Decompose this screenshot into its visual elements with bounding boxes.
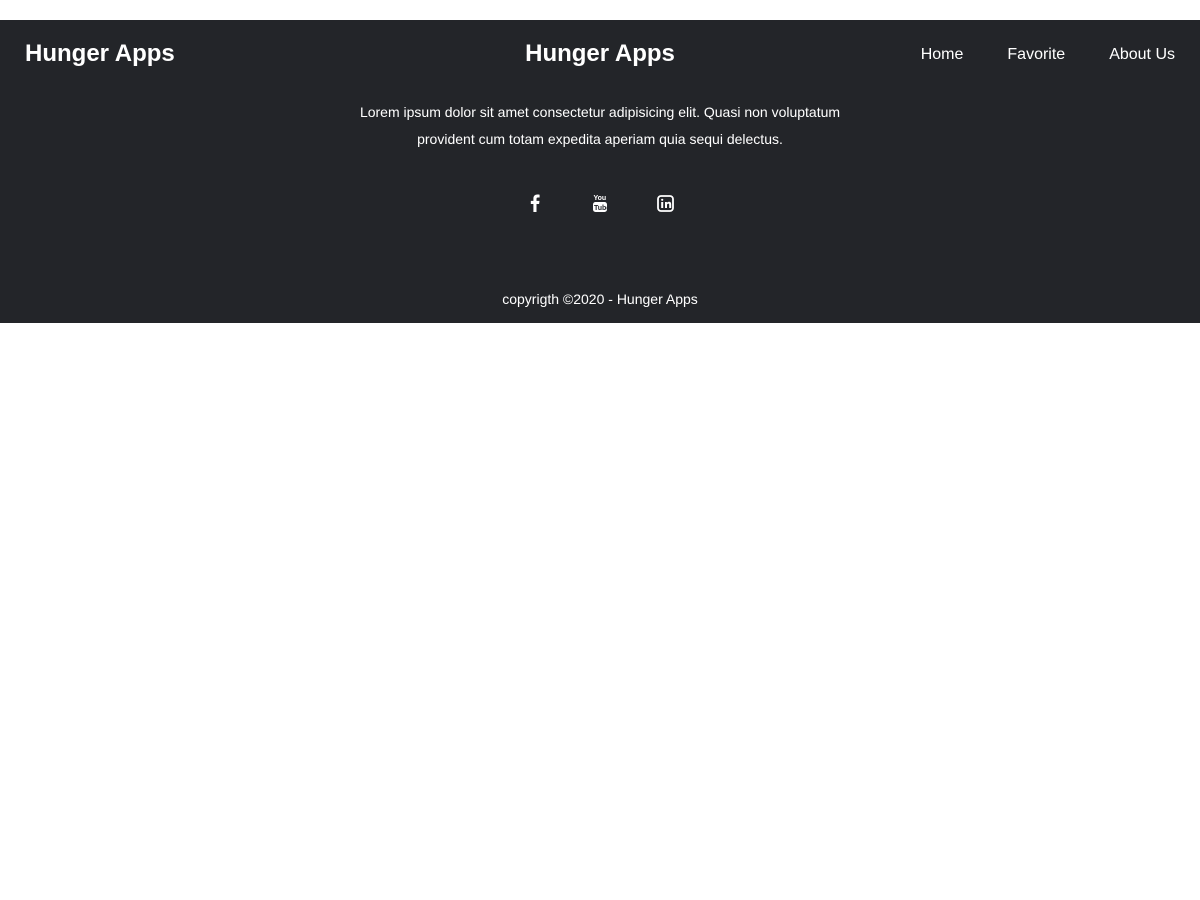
linkedin-icon[interactable] [655,192,675,214]
copyright-text: copyrigth ©2020 - Hunger Apps [502,291,698,307]
nav-about-us-link[interactable]: About Us [1109,44,1175,66]
nav-favorite-link[interactable]: Favorite [1007,44,1065,66]
footer-description: Lorem ipsum dolor sit amet consectetur a… [359,104,841,147]
nav-home-link[interactable]: Home [921,44,964,66]
youtube-icon[interactable]: You Tube [590,192,610,214]
brand-logo-link[interactable]: Hunger Apps [25,39,175,69]
svg-text:Tube: Tube [594,205,608,212]
main-nav: Home Favorite About Us [921,44,1175,66]
site-footer: Hunger Apps Hunger Apps Home Favorite Ab… [0,20,1200,323]
facebook-icon[interactable] [525,192,545,214]
page: Hunger Apps Hunger Apps Home Favorite Ab… [0,0,1200,900]
social-links: You Tube [0,192,1200,214]
svg-text:You: You [594,195,607,202]
